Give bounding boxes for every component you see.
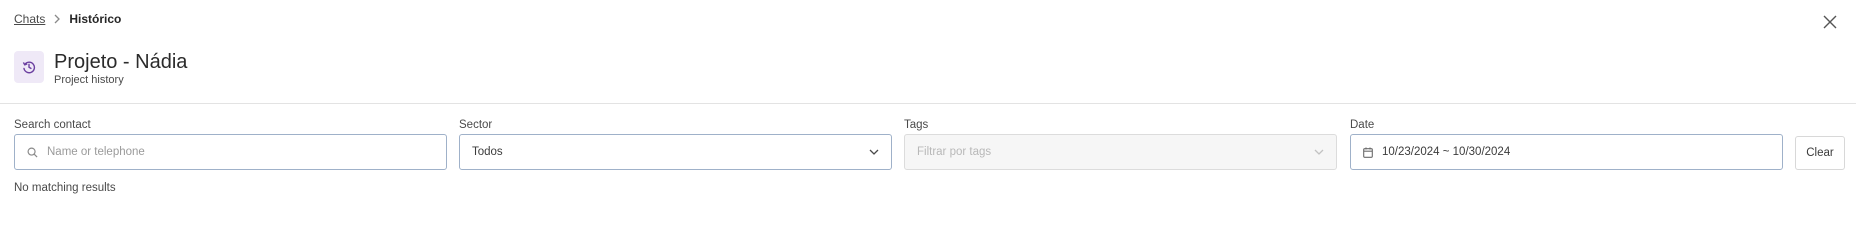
clear-button[interactable]: Clear [1795, 136, 1845, 170]
search-contact-label: Search contact [14, 119, 91, 131]
tags-filter: Tags Filtrar por tags [904, 118, 1337, 170]
chevron-down-icon [869, 149, 879, 156]
date-range-picker[interactable]: 10/23/2024 ~ 10/30/2024 [1350, 134, 1783, 170]
sector-label: Sector [459, 119, 493, 131]
chevron-right-icon [53, 14, 61, 24]
calendar-icon [1363, 147, 1373, 158]
breadcrumb-link-chats[interactable]: Chats [14, 12, 45, 26]
sector-value: Todos [472, 146, 503, 158]
close-button[interactable] [1820, 12, 1840, 32]
history-icon [14, 51, 44, 83]
search-input[interactable]: Name or telephone [14, 134, 447, 170]
date-label: Date [1350, 119, 1375, 131]
breadcrumb-current: Histórico [69, 12, 122, 26]
header-divider [0, 103, 1856, 104]
page-header: Projeto - Nádia Project history [14, 51, 187, 87]
chevron-down-icon [1314, 149, 1324, 156]
search-placeholder: Name or telephone [47, 146, 145, 158]
tags-placeholder: Filtrar por tags [917, 146, 992, 158]
page-subtitle: Project history [54, 74, 124, 86]
sector-filter: Sector Todos [459, 118, 892, 170]
breadcrumb: Chats Histórico [14, 12, 121, 26]
search-icon [27, 147, 38, 158]
date-range-value: 10/23/2024 ~ 10/30/2024 [1382, 146, 1511, 158]
tags-select[interactable]: Filtrar por tags [904, 134, 1337, 170]
no-results-message: No matching results [14, 182, 116, 194]
date-filter: Date 10/23/2024 ~ 10/30/2024 [1350, 118, 1783, 170]
tags-label: Tags [904, 119, 929, 131]
close-icon [1823, 15, 1837, 29]
sector-select[interactable]: Todos [459, 134, 892, 170]
search-contact-filter: Search contact Name or telephone [14, 118, 447, 170]
page-title: Projeto - Nádia [54, 51, 188, 73]
